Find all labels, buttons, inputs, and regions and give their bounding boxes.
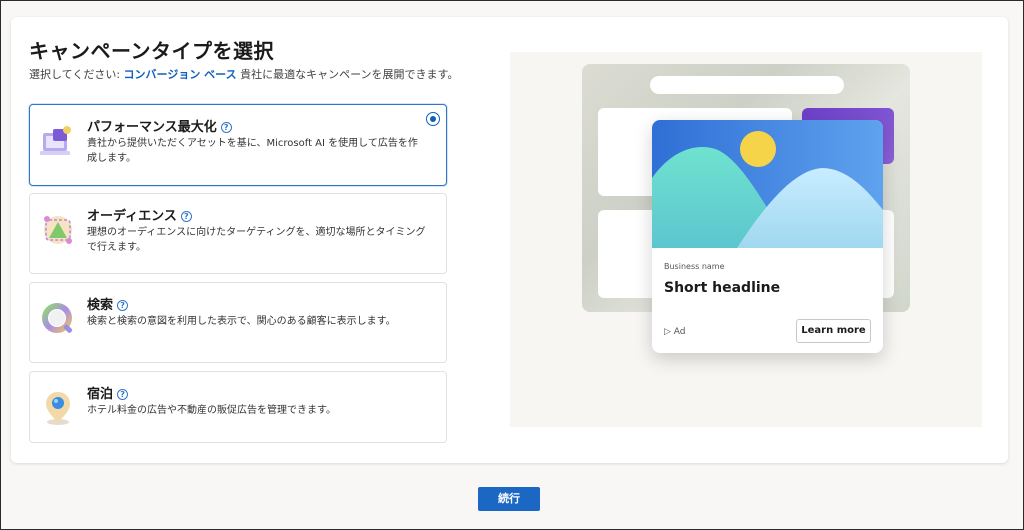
help-icon[interactable]: ? [180, 211, 192, 222]
search-icon [42, 303, 73, 333]
ad-card: Business name Short headline ▷ Ad Learn … [652, 120, 883, 353]
subtitle-prefix: 選択してください: [29, 68, 124, 81]
learn-more-button[interactable]: Learn more [796, 319, 871, 343]
play-icon: ▷ [664, 327, 674, 337]
subtitle-highlight: コンバージョン ベース [123, 68, 237, 81]
ad-business-name: Business name [664, 262, 725, 271]
option-audience[interactable]: オーディエンス? 理想のオーディエンスに向けたターゲティングを、適切な場所とタイ… [29, 193, 447, 274]
option-description: 貴社から提供いただくアセットを基に、Microsoft AI を使用して広告を作… [87, 138, 418, 164]
option-performance-max[interactable]: パフォーマンス最大化? 貴社から提供いただくアセットを基に、Microsoft … [29, 104, 447, 186]
subtitle-suffix: 貴社に最適なキャンペーンを展開できます。 [236, 68, 459, 81]
ad-preview-panel: Business name Short headline ▷ Ad Learn … [510, 52, 982, 427]
option-description: ホテル料金の広告や不動産の販促広告を管理できます。 [87, 405, 336, 416]
ad-headline: Short headline [664, 280, 781, 296]
preview-placeholder-bar [650, 76, 844, 94]
option-title: オーディエンス? [87, 205, 192, 224]
option-description: 検索と検索の意図を利用した表示で、関心のある顧客に表示します。 [87, 316, 396, 327]
help-icon[interactable]: ? [117, 300, 129, 311]
option-lodging[interactable]: 宿泊? ホテル料金の広告や不動産の販促広告を管理できます。 [29, 371, 447, 443]
ad-image-icon [652, 120, 883, 248]
performance-max-icon [40, 126, 71, 155]
continue-button[interactable]: 続行 [478, 487, 540, 511]
option-title: 検索? [87, 294, 129, 313]
map-pin-icon [46, 392, 70, 425]
option-title: パフォーマンス最大化? [87, 116, 232, 135]
page-subtitle: 選択してください: コンバージョン ベース 貴社に最適なキャンペーンを展開できま… [29, 66, 458, 82]
help-icon[interactable]: ? [117, 389, 129, 400]
page-title: キャンペーンタイプを選択 [29, 39, 274, 63]
radio-selected[interactable] [426, 112, 440, 126]
option-title: 宿泊? [87, 383, 129, 402]
option-description: 理想のオーディエンスに向けたターゲティングを、適切な場所とタイミングで行えます。 [87, 227, 426, 253]
help-icon[interactable]: ? [220, 122, 232, 133]
ad-tag: ▷ Ad [664, 327, 686, 337]
audience-icon [44, 216, 72, 244]
option-search[interactable]: 検索? 検索と検索の意図を利用した表示で、関心のある顧客に表示します。 [29, 282, 447, 363]
